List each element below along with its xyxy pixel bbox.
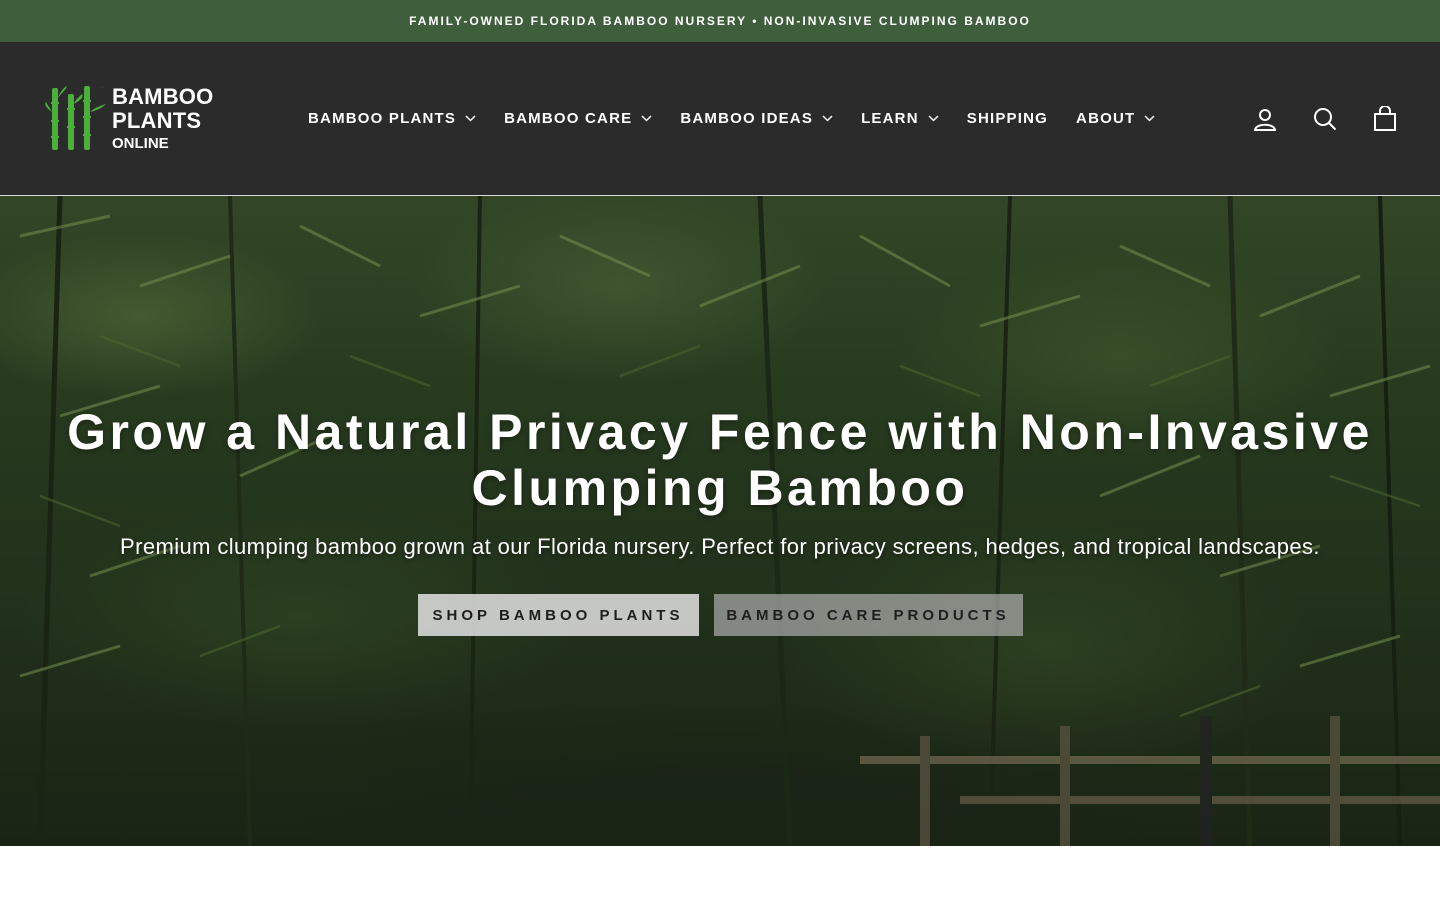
nav-item-label: BAMBOO IDEAS	[680, 110, 814, 127]
chevron-down-icon	[1144, 115, 1155, 122]
hero-subtitle: Premium clumping bamboo grown at our Flo…	[120, 534, 1320, 559]
hero-banner: Grow a Natural Privacy Fence with Non-In…	[0, 196, 1440, 846]
chevron-down-icon	[928, 115, 939, 122]
nav-item-about[interactable]: ABOUT	[1062, 110, 1169, 127]
page-content-below-hero	[0, 846, 1440, 900]
bamboo-care-products-button[interactable]: BAMBOO CARE PRODUCTS	[713, 594, 1023, 636]
hero-button-group: SHOP BAMBOO PLANTS BAMBOO CARE PRODUCTS	[417, 594, 1023, 636]
search-icon	[1314, 107, 1337, 130]
account-icon	[1253, 108, 1277, 131]
hero-content: Grow a Natural Privacy Fence with Non-In…	[0, 404, 1440, 636]
nav-item-label: LEARN	[861, 110, 919, 127]
nav-item-shipping[interactable]: SHIPPING	[953, 110, 1062, 127]
nav-item-bamboo-care[interactable]: BAMBOO CARE	[490, 110, 666, 127]
cart-icon	[1374, 105, 1396, 131]
nav-item-bamboo-plants[interactable]: BAMBOO PLANTS	[294, 110, 490, 127]
nav-item-label: BAMBOO CARE	[504, 110, 633, 127]
nav-item-bamboo-ideas[interactable]: BAMBOO IDEAS	[666, 110, 847, 127]
chevron-down-icon	[465, 115, 476, 122]
header-actions	[1250, 42, 1400, 195]
chevron-down-icon	[822, 115, 833, 122]
nav-item-label: SHIPPING	[966, 110, 1049, 127]
nav-item-label: BAMBOO PLANTS	[308, 110, 457, 127]
nav-item-learn[interactable]: LEARN	[847, 110, 953, 127]
site-logo[interactable]: BAMBOO PLANTS ONLINE	[44, 82, 214, 154]
hero-title: Grow a Natural Privacy Fence with Non-In…	[67, 404, 1373, 516]
logo-text-line2: PLANTS	[112, 107, 202, 133]
bamboo-stalks-icon	[45, 86, 106, 150]
chevron-down-icon	[641, 115, 652, 122]
logo-text-line1: BAMBOO	[112, 83, 214, 109]
shop-bamboo-plants-button[interactable]: SHOP BAMBOO PLANTS	[417, 594, 699, 636]
announcement-bar: FAMILY-OWNED FLORIDA BAMBOO NURSERY • NO…	[0, 0, 1440, 42]
search-button[interactable]	[1310, 104, 1340, 134]
site-header: BAMBOO PLANTS ONLINE BAMBOO PLANTS BAMBO…	[0, 42, 1440, 196]
nav-item-label: ABOUT	[1076, 110, 1136, 127]
logo-text-line3: ONLINE	[112, 134, 169, 152]
cart-button[interactable]	[1370, 104, 1400, 134]
announcement-text: FAMILY-OWNED FLORIDA BAMBOO NURSERY • NO…	[409, 14, 1031, 28]
main-nav: BAMBOO PLANTS BAMBOO CARE BAMBOO IDEAS L…	[294, 42, 1169, 195]
account-button[interactable]	[1250, 104, 1280, 134]
